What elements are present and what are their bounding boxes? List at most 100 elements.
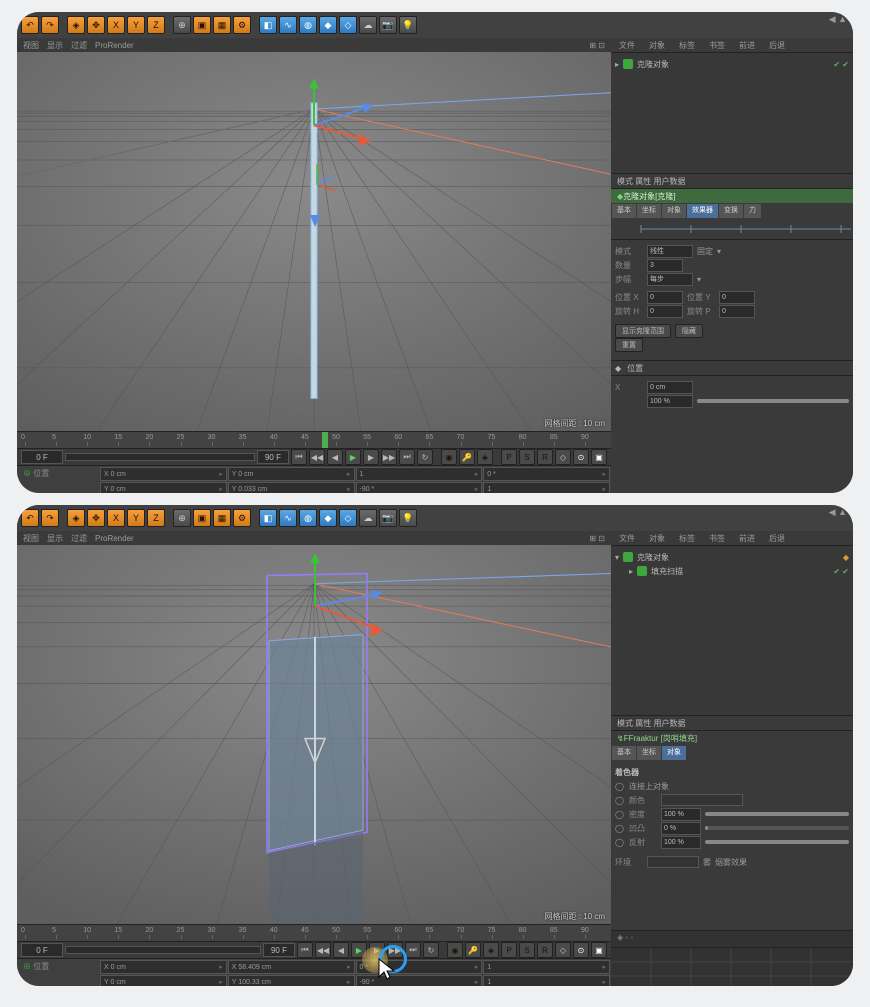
prev-frame-button-2[interactable]: ◀: [333, 942, 349, 958]
axis-x-button[interactable]: X: [107, 16, 125, 34]
om-back-tab[interactable]: 后退: [765, 39, 789, 52]
coord-h2[interactable]: 1▸: [483, 482, 610, 493]
record-button-2[interactable]: ◉: [447, 942, 463, 958]
spline-button[interactable]: ∿: [279, 509, 297, 527]
reset-button[interactable]: 重置: [615, 338, 643, 352]
undo-button[interactable]: ↶: [21, 509, 39, 527]
step-select[interactable]: 每步: [647, 273, 693, 286]
pos-key-button[interactable]: P: [501, 449, 517, 465]
playhead[interactable]: [322, 432, 328, 448]
om-file-tab[interactable]: 文件: [615, 39, 639, 52]
axis-x-button[interactable]: X: [107, 509, 125, 527]
om-tags-tab[interactable]: 标签: [675, 39, 699, 52]
rot-key-button-2[interactable]: R: [537, 942, 553, 958]
goto-start-button[interactable]: ⏮: [291, 449, 307, 465]
om-object-tab[interactable]: 对象: [645, 39, 669, 52]
prorender-menu[interactable]: ProRender: [95, 41, 134, 50]
mode-select[interactable]: 线性: [647, 245, 693, 258]
render-region-button[interactable]: ▦: [213, 16, 231, 34]
scale-key-button-2[interactable]: S: [519, 942, 535, 958]
coord-z1[interactable]: 1▸: [356, 467, 483, 481]
coord-system-button[interactable]: ⊕: [173, 16, 191, 34]
object-row-fill[interactable]: ▸ 填充扫描 ✔ ✔: [615, 564, 849, 578]
next-frame-button-2[interactable]: ▶: [369, 942, 385, 958]
coord-y1[interactable]: Y 0 cm▸: [228, 467, 355, 481]
key-all-button[interactable]: ◈: [477, 449, 493, 465]
rot-key-button[interactable]: R: [537, 449, 553, 465]
camera-button[interactable]: 📷: [379, 509, 397, 527]
om-fwd-tab[interactable]: 前进: [735, 39, 759, 52]
environment-button[interactable]: ☁: [359, 509, 377, 527]
scale-key-button[interactable]: S: [519, 449, 535, 465]
play-button-2[interactable]: ▶: [351, 942, 367, 958]
prev-key-button-2[interactable]: ◀◀: [315, 942, 331, 958]
key-all-button-2[interactable]: ◈: [483, 942, 499, 958]
render-settings-button[interactable]: ⚙: [233, 16, 251, 34]
cube-button[interactable]: ◧: [259, 16, 277, 34]
axis-y-button[interactable]: Y: [127, 509, 145, 527]
play-button[interactable]: ▶: [345, 449, 361, 465]
light-button[interactable]: 💡: [399, 16, 417, 34]
frame-start-field-2[interactable]: 0 F: [21, 943, 63, 957]
live-select-button[interactable]: ◈: [67, 509, 85, 527]
coord-z2[interactable]: -90 *▸: [356, 482, 483, 493]
frame-end-field[interactable]: 90 F: [257, 450, 289, 464]
frame-start-field[interactable]: 0 F: [21, 450, 63, 464]
move-button[interactable]: ✥: [87, 509, 105, 527]
redo-button[interactable]: ↷: [41, 16, 59, 34]
next-key-button-2[interactable]: ▶▶: [387, 942, 403, 958]
generator-button[interactable]: ◆: [319, 509, 337, 527]
goto-start-button-2[interactable]: ⏮: [297, 942, 313, 958]
next-frame-button[interactable]: ▶: [363, 449, 379, 465]
om-bookmark-tab[interactable]: 书签: [705, 39, 729, 52]
deformer-button[interactable]: ◇: [339, 509, 357, 527]
loop-button-2[interactable]: ↻: [423, 942, 439, 958]
render-button[interactable]: ▣: [193, 509, 211, 527]
object-manager[interactable]: ▸ 克隆对象 ✔ ✔: [611, 53, 853, 174]
light-button[interactable]: 💡: [399, 509, 417, 527]
redo-button[interactable]: ↷: [41, 509, 59, 527]
nurbs-button[interactable]: ◍: [299, 16, 317, 34]
coord-x2[interactable]: Y 0 cm▸: [100, 482, 227, 493]
spline-button[interactable]: ∿: [279, 16, 297, 34]
coord-system-button[interactable]: ⊕: [173, 509, 191, 527]
pos-key-button-2[interactable]: P: [501, 942, 517, 958]
loop-button[interactable]: ↻: [417, 449, 433, 465]
render-button[interactable]: ▣: [193, 16, 211, 34]
viewport[interactable]: 网格间距 : 10 cm: [17, 52, 611, 431]
axis-y-button[interactable]: Y: [127, 16, 145, 34]
view-menu[interactable]: 视图: [23, 40, 39, 51]
prev-key-button[interactable]: ◀◀: [309, 449, 325, 465]
count-field[interactable]: 3: [647, 259, 683, 272]
goto-end-button[interactable]: ⏭: [399, 449, 415, 465]
timeline-2[interactable]: 051015202530354045505560657075808590: [17, 924, 611, 942]
axis-z-button[interactable]: Z: [147, 509, 165, 527]
deformer-button[interactable]: ◇: [339, 16, 357, 34]
move-button[interactable]: ✥: [87, 16, 105, 34]
timeline[interactable]: 051015202530354045505560657075808590: [17, 431, 611, 449]
generator-button[interactable]: ◆: [319, 16, 337, 34]
frame-end-field-2[interactable]: 90 F: [263, 943, 295, 957]
hide-button[interactable]: 隐藏: [675, 324, 703, 338]
live-select-button[interactable]: ◈: [67, 16, 85, 34]
viewport-maximize-icon[interactable]: ⊞ ⊡: [589, 41, 605, 50]
filter-menu[interactable]: 过滤: [71, 40, 87, 51]
coord-h1[interactable]: 0 *▸: [483, 467, 610, 481]
autokey-button[interactable]: 🔑: [459, 449, 475, 465]
environment-button[interactable]: ☁: [359, 16, 377, 34]
object-row-cloner[interactable]: ▸ 克隆对象 ✔ ✔: [615, 57, 849, 71]
axis-z-button[interactable]: Z: [147, 16, 165, 34]
goto-end-button-2[interactable]: ⏭: [405, 942, 421, 958]
display-menu[interactable]: 显示: [47, 40, 63, 51]
cube-button[interactable]: ◧: [259, 509, 277, 527]
keyframe-selection-button[interactable]: ▣: [591, 449, 607, 465]
render-region-button[interactable]: ▦: [213, 509, 231, 527]
coord-x1[interactable]: X 0 cm▸: [100, 467, 227, 481]
undo-button[interactable]: ↶: [21, 16, 39, 34]
param-key-button[interactable]: ◇: [555, 449, 571, 465]
viewport-2[interactable]: 网格间距 : 10 cm: [17, 545, 611, 924]
next-key-button[interactable]: ▶▶: [381, 449, 397, 465]
pla-button[interactable]: ⊙: [573, 449, 589, 465]
object-manager-2[interactable]: ▾ 克隆对象 ◆ ▸ 填充扫描 ✔ ✔: [611, 546, 853, 716]
show-range-button[interactable]: 显示克隆范围: [615, 324, 671, 338]
